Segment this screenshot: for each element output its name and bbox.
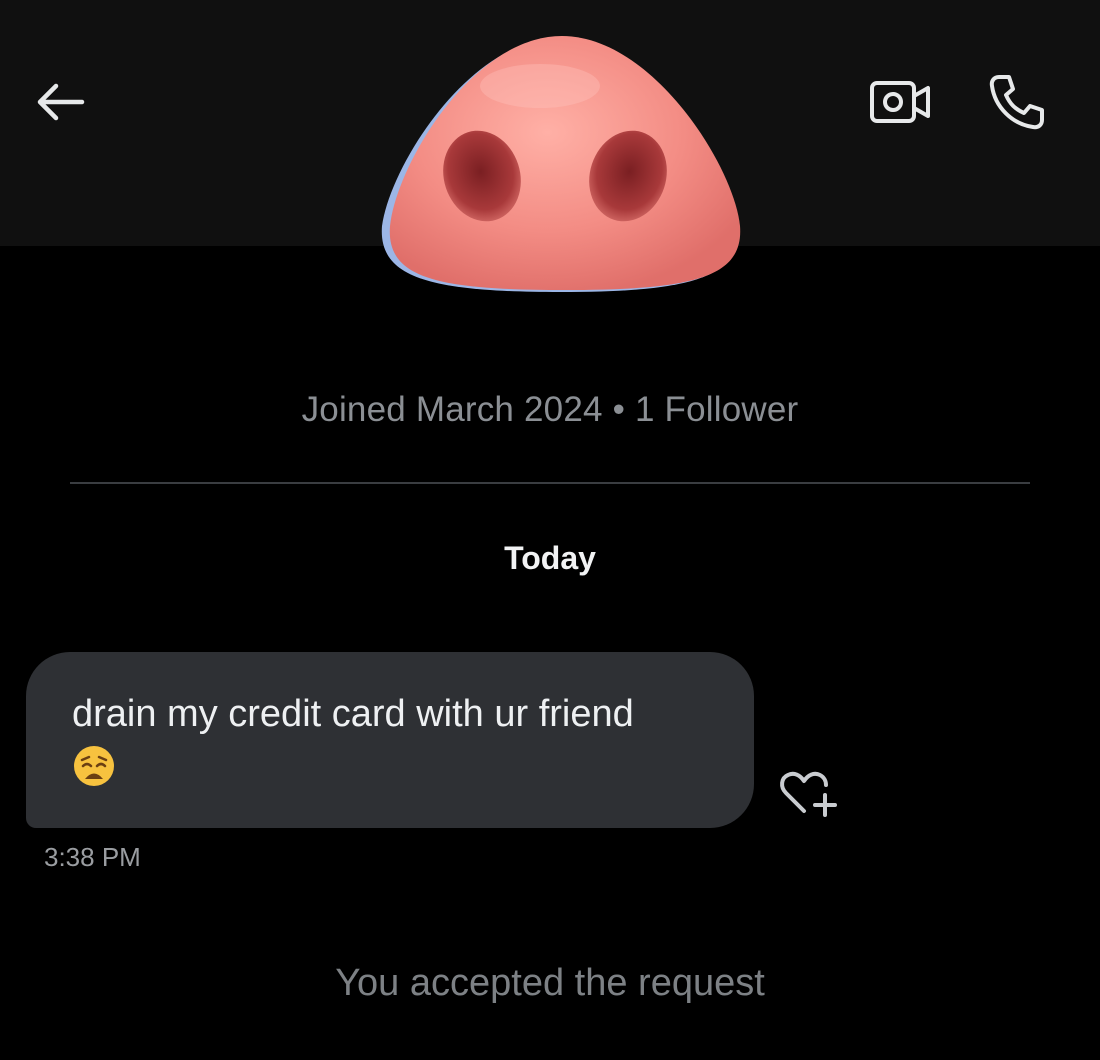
divider xyxy=(70,482,1030,484)
message-timestamp: 3:38 PM xyxy=(44,842,141,872)
profile-meta: Joined March 2024 • 1 Follower xyxy=(301,390,799,429)
video-call-button[interactable] xyxy=(864,70,936,134)
weary-face-emoji xyxy=(74,746,114,786)
avatar[interactable] xyxy=(370,16,750,306)
date-separator: Today xyxy=(504,540,596,576)
heart-plus-icon xyxy=(780,771,837,817)
back-button[interactable] xyxy=(28,70,92,134)
request-status: You accepted the request xyxy=(335,962,765,1004)
voice-call-button[interactable] xyxy=(980,66,1052,138)
message-text: drain my credit card with ur friend xyxy=(72,693,634,735)
video-camera-icon xyxy=(870,81,930,123)
pig-nose-emoji xyxy=(381,36,741,292)
phone-icon xyxy=(989,75,1044,130)
message-bubble[interactable]: drain my credit card with ur friend xyxy=(26,652,754,828)
arrow-left-icon xyxy=(37,83,85,121)
add-reaction-button[interactable] xyxy=(776,766,842,820)
